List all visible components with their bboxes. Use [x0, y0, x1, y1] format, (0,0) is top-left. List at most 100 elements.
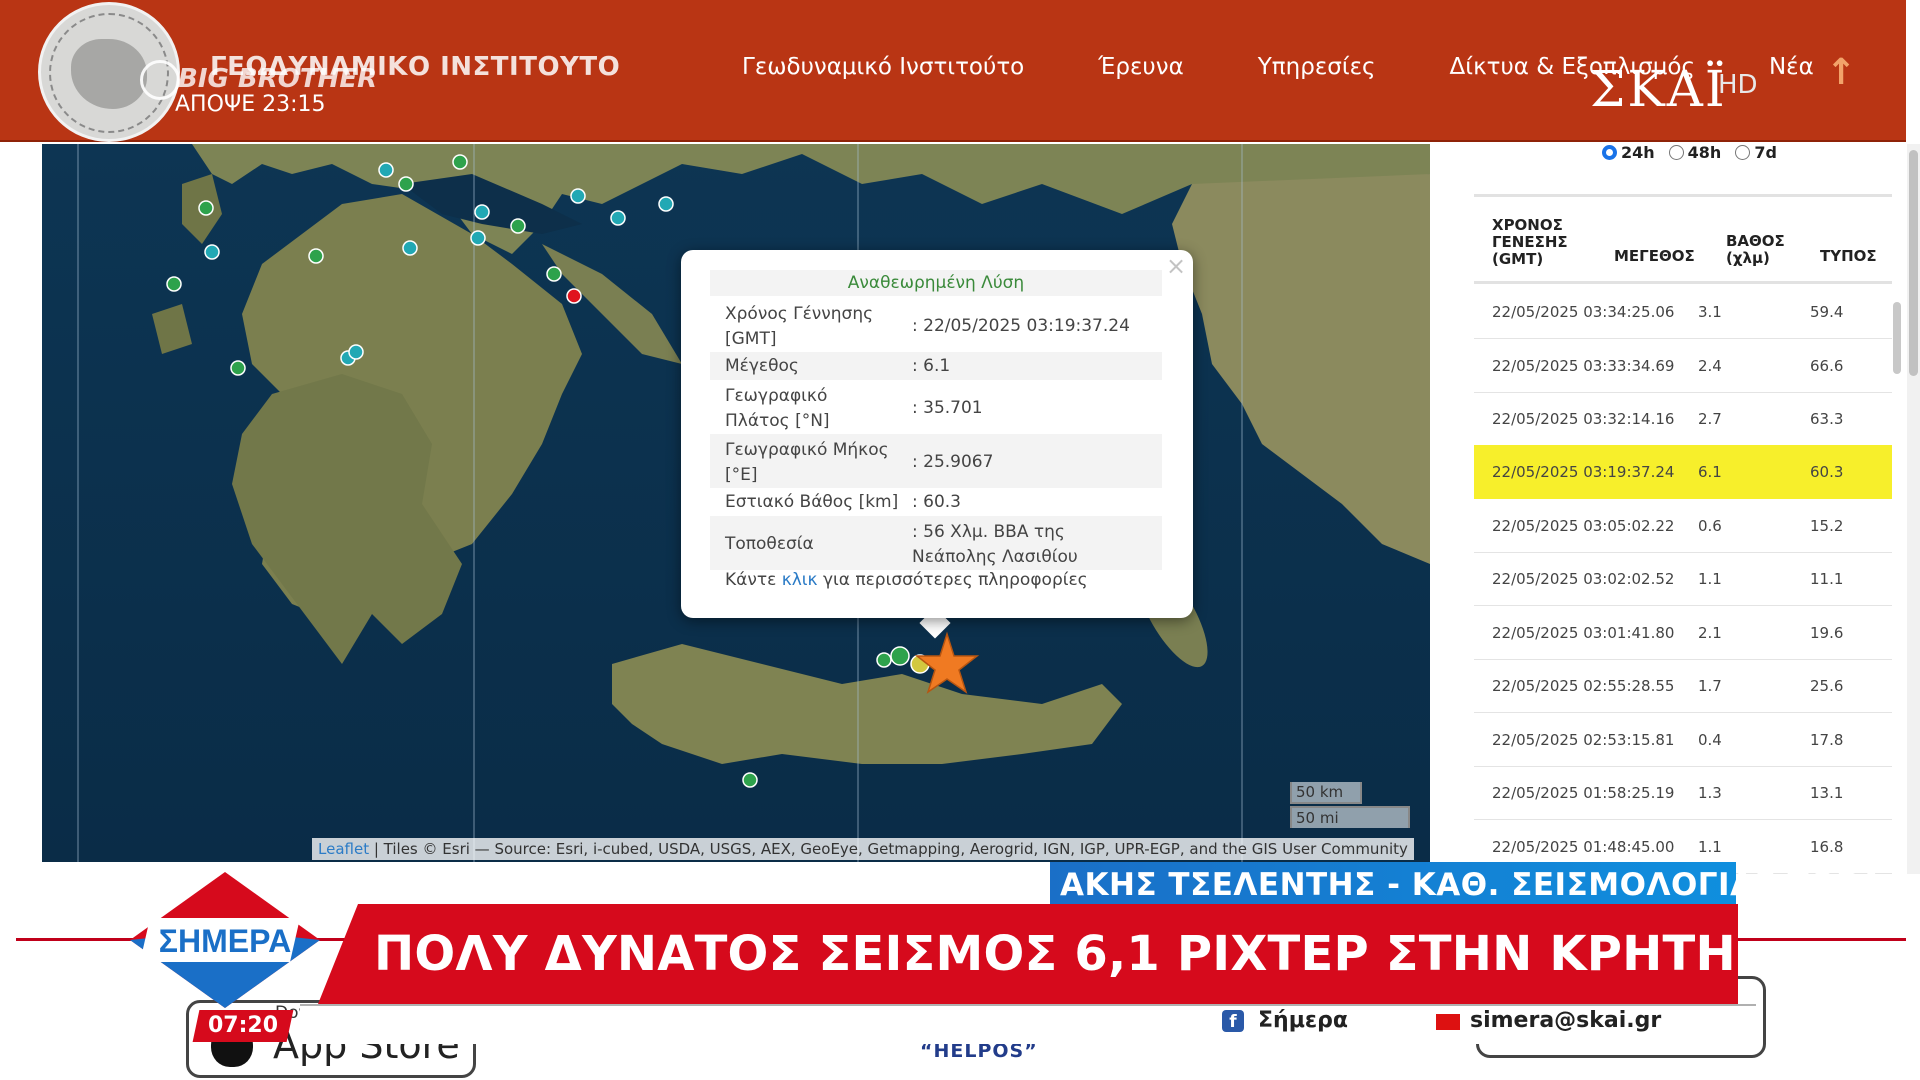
scroll-top-icon[interactable]: ↑ [1826, 52, 1856, 93]
quake-marker[interactable] [658, 196, 674, 212]
range-option-7d[interactable]: 7d [1735, 143, 1777, 162]
popup-label: Χρόνος Γέννησης [GMT] [725, 304, 874, 349]
show-promo-name: BIG BROTHER [178, 64, 378, 94]
table-row[interactable]: 22/05/2025 03:33:34.69 2.4 66.6 [1474, 339, 1892, 393]
map-scale: 50 km 50 mi [1290, 782, 1410, 828]
nav-item-institute[interactable]: Γεωδυναμικό Ινστιτούτο [742, 54, 1024, 80]
map-attribution: Leaflet | Tiles © Esri — Source: Esri, i… [312, 838, 1414, 860]
clock-time: 07:20 [207, 1013, 279, 1038]
page-scrollbar-thumb[interactable] [1909, 150, 1918, 376]
popup-row-depth: Εστιακό Βάθος [km] : 60.3 [710, 488, 1162, 516]
popup-close-icon[interactable]: × [1166, 252, 1186, 280]
col-header-type[interactable]: ΤΥΠΟΣ [1820, 247, 1877, 265]
range-label: 24h [1621, 143, 1655, 162]
mail-icon [1436, 1014, 1460, 1030]
facebook-label: Σήμερα [1258, 1008, 1348, 1033]
range-option-24h[interactable]: 24h [1602, 143, 1655, 162]
popup-title: Αναθεωρημένη Λύση [710, 270, 1162, 296]
cell-time: 22/05/2025 01:58:25.19 [1492, 784, 1675, 802]
quake-marker[interactable] [230, 360, 246, 376]
nav-item-services[interactable]: Υπηρεσίες [1258, 54, 1376, 80]
show-promo-time: ΑΠΟΨΕ 23:15 [175, 92, 326, 117]
quake-marker[interactable] [398, 176, 414, 192]
table-row[interactable]: 22/05/2025 01:58:25.19 1.3 13.1 [1474, 766, 1892, 820]
cell-time: 22/05/2025 01:48:45.00 [1492, 838, 1675, 856]
table-row[interactable]: 22/05/2025 03:32:14.16 2.7 63.3 [1474, 392, 1892, 446]
scale-mi: 50 mi [1290, 806, 1410, 828]
quake-marker[interactable] [308, 248, 324, 264]
leaflet-link[interactable]: Leaflet [318, 840, 369, 858]
popup-value: : 60.3 [912, 492, 961, 512]
cell-time: 22/05/2025 03:34:25.06 [1492, 303, 1675, 321]
cell-depth: 66.6 [1810, 357, 1844, 375]
channel-hd-badge: HD [1718, 70, 1758, 100]
cell-magnitude: 1.3 [1698, 784, 1722, 802]
range-label: 7d [1754, 143, 1777, 162]
simera-logo-text: ΣΗΜΕΡΑ [159, 923, 291, 959]
quake-marker[interactable] [570, 188, 586, 204]
table-row[interactable]: 22/05/2025 03:05:02.22 0.6 15.2 [1474, 499, 1892, 553]
attribution-text: | Tiles © Esri — Source: Esri, i-cubed, … [369, 840, 1408, 858]
facebook-icon: f [1222, 1010, 1244, 1032]
ticker-clock: 07:20 [192, 1010, 294, 1042]
col-header-time[interactable]: ΧΡΟΝΟΣ ΓΕΝΕΣΗΣ (GMT) [1492, 217, 1572, 268]
radio-icon[interactable] [1668, 145, 1684, 160]
cell-depth: 19.6 [1810, 624, 1844, 642]
ticker-email: simera@skai.gr [1470, 1008, 1662, 1033]
radio-selected-icon[interactable] [1602, 145, 1617, 160]
table-row[interactable]: 22/05/2025 03:34:25.06 3.1 59.4 [1474, 285, 1892, 339]
range-label: 48h [1687, 143, 1722, 162]
cell-time: 22/05/2025 03:33:34.69 [1492, 357, 1675, 375]
table-row[interactable]: 22/05/2025 03:01:41.80 2.1 19.6 [1474, 606, 1892, 660]
quake-marker[interactable] [610, 210, 626, 226]
cell-time: 22/05/2025 02:53:15.81 [1492, 731, 1675, 749]
ticker-headline: ΠΟΛΥ ΔΥΝΑΤΟΣ ΣΕΙΣΜΟΣ 6,1 ΡΙΧΤΕΡ ΣΤΗΝ ΚΡΗ… [318, 904, 1738, 1004]
more-suffix: για περισσότερες πληροφορίες [817, 570, 1088, 590]
nav-item-research[interactable]: Έρευνα [1098, 54, 1184, 80]
more-prefix: Κάντε [725, 570, 782, 590]
nav-item-news[interactable]: Νέα [1769, 54, 1814, 80]
popup-value: : 22/05/2025 03:19:37.24 [912, 316, 1130, 336]
quake-marker[interactable] [890, 646, 910, 666]
col-header-depth[interactable]: ΒΑΘΟΣ (χλμ) [1726, 233, 1786, 267]
quake-marker[interactable] [198, 200, 214, 216]
time-range-selector: 24h 48h 7d [1602, 143, 1791, 162]
cell-magnitude: 1.1 [1698, 570, 1722, 588]
quake-marker[interactable] [546, 266, 562, 282]
table-row[interactable]: 22/05/2025 02:53:15.81 0.4 17.8 [1474, 713, 1892, 767]
cell-time: 22/05/2025 03:05:02.22 [1492, 517, 1675, 535]
cell-time: 22/05/2025 02:55:28.55 [1492, 677, 1675, 695]
cell-depth: 16.8 [1810, 838, 1844, 856]
radio-icon[interactable] [1735, 145, 1751, 160]
quake-marker[interactable] [876, 652, 892, 668]
table-row[interactable]: 22/05/2025 02:55:28.55 1.7 25.6 [1474, 659, 1892, 713]
cell-depth: 17.8 [1810, 731, 1844, 749]
quake-marker[interactable] [402, 240, 418, 256]
cell-depth: 13.1 [1810, 784, 1844, 802]
table-scrollbar-thumb[interactable] [1893, 302, 1901, 374]
popup-label: Γεωγραφικό Μήκος [°E] [725, 440, 889, 485]
popup-row-time: Χρόνος Γέννησης [GMT] : 22/05/2025 03:19… [710, 298, 1162, 352]
range-option-48h[interactable]: 48h [1668, 143, 1722, 162]
cell-time: 22/05/2025 03:02:02.52 [1492, 570, 1675, 588]
quake-marker[interactable] [348, 344, 364, 360]
channel-logo: ΣΚΑΪ [1590, 60, 1727, 118]
quake-marker[interactable] [378, 162, 394, 178]
quake-marker[interactable] [474, 204, 490, 220]
quake-marker[interactable] [166, 276, 182, 292]
cell-magnitude: 0.4 [1698, 731, 1722, 749]
show-logo-icon [140, 60, 180, 100]
cell-depth: 59.4 [1810, 303, 1844, 321]
quake-marker[interactable] [204, 244, 220, 260]
col-header-magnitude[interactable]: ΜΕΓΕΘΟΣ [1614, 247, 1695, 265]
quake-marker[interactable] [452, 154, 468, 170]
table-row-highlighted[interactable]: 22/05/2025 03:19:37.24 6.1 60.3 [1474, 445, 1892, 499]
popup-value: : 35.701 [912, 398, 983, 418]
quake-marker[interactable] [742, 772, 758, 788]
more-info-link[interactable]: κλικ [782, 570, 818, 590]
quake-marker[interactable] [470, 230, 486, 246]
cell-magnitude: 2.7 [1698, 410, 1722, 428]
table-row[interactable]: 22/05/2025 03:02:02.52 1.1 11.1 [1474, 552, 1892, 606]
quake-marker[interactable] [566, 288, 582, 304]
quake-marker[interactable] [510, 218, 526, 234]
